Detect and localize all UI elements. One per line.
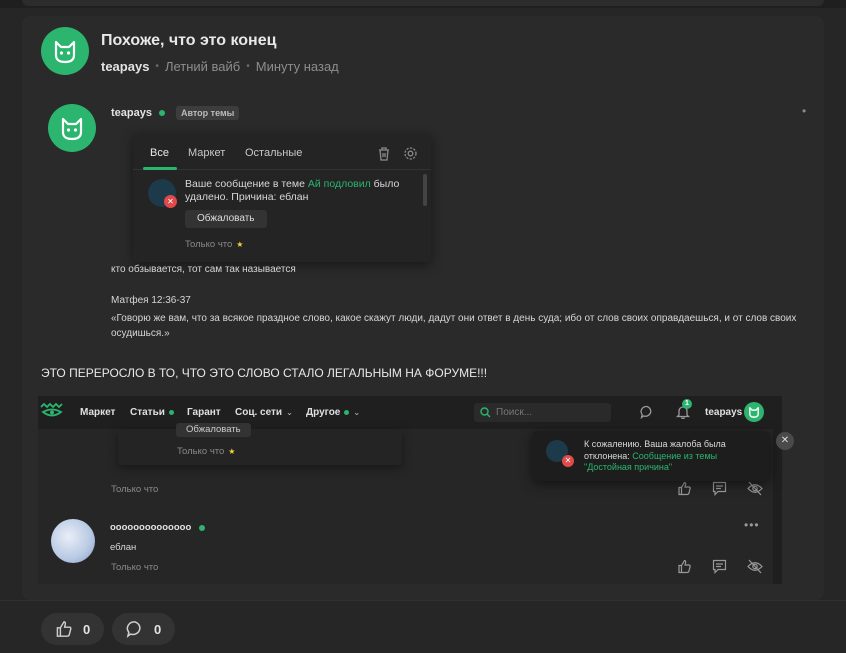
reply-time: Только что — [111, 562, 159, 573]
notif-tabs: Все Маркет Остальные — [133, 134, 431, 170]
notification-count-badge: 1 — [682, 399, 692, 409]
notif-message-text: Ваше сообщение в теме — [185, 178, 308, 190]
notif-time-text: Только что — [185, 239, 233, 250]
like-icon[interactable] — [677, 559, 692, 574]
more-options-icon[interactable]: ••• — [744, 518, 760, 532]
new-dot — [344, 410, 350, 415]
notif-time: Только что ★ — [177, 446, 235, 457]
thread-time: Минуту назад — [255, 59, 339, 74]
site-logo-icon — [40, 403, 63, 417]
nav-other[interactable]: Другое ⌄ — [306, 407, 360, 418]
notif-scrollbar[interactable] — [423, 174, 427, 206]
reply-user-avatar[interactable] — [51, 519, 95, 563]
thread-title: Похоже, что это конец — [101, 32, 277, 49]
like-button[interactable]: 0 — [41, 613, 105, 645]
like-icon — [56, 621, 72, 637]
chevron-down-icon: ⌄ — [353, 408, 361, 417]
post-actions — [677, 481, 763, 496]
nav-social[interactable]: Соц. сети ⌄ — [235, 407, 293, 418]
notif-message: Ваше сообщение в теме Ай подловил было у… — [185, 178, 415, 204]
search-placeholder: Поиск... — [496, 407, 533, 418]
star-icon: ★ — [228, 447, 236, 456]
hide-icon[interactable] — [747, 559, 763, 574]
thread-forum-link[interactable]: Летний вайб — [165, 59, 240, 74]
notif-thread-link[interactable]: Ай подловил — [308, 178, 371, 190]
tab-other[interactable]: Остальные — [245, 147, 302, 159]
reply-username[interactable]: оооооооооооооо — [110, 522, 191, 533]
top-strip — [0, 0, 846, 8]
error-icon: ✕ — [164, 195, 177, 208]
search-input[interactable]: Поиск... — [474, 403, 611, 422]
cat-icon — [749, 407, 759, 418]
thread-author-link[interactable]: teapays — [101, 59, 149, 74]
post-text-line: кто обзывается, тот сам так называется — [111, 264, 296, 275]
thread-author-avatar[interactable] — [41, 27, 89, 75]
comment-icon — [126, 621, 141, 638]
trash-icon[interactable] — [377, 146, 391, 161]
navbar: Маркет Статьи Гарант Соц. сети ⌄ Другое ⌄ … — [38, 396, 782, 429]
nav-user-avatar[interactable] — [744, 402, 764, 422]
quote-icon[interactable] — [712, 481, 727, 496]
appeal-button[interactable]: Обжаловать — [185, 210, 267, 228]
quote-icon[interactable] — [712, 559, 727, 574]
post-menu-icon[interactable]: • — [802, 104, 806, 118]
reply-actions — [677, 559, 763, 574]
meta-separator: • — [246, 61, 250, 72]
nav-articles-label: Статьи — [130, 407, 165, 418]
gear-icon[interactable] — [403, 146, 418, 161]
hide-icon[interactable] — [747, 481, 763, 496]
reply-user-row: оооооооооооооо — [110, 522, 206, 533]
nav-other-label: Другое — [306, 407, 341, 418]
comment-button[interactable]: 0 — [112, 613, 176, 645]
nav-social-label: Соц. сети — [235, 407, 283, 418]
thread-meta: teapays • Летний вайб • Минуту назад — [101, 59, 339, 74]
screenshot-scrollbar — [773, 429, 782, 584]
cat-icon — [54, 40, 76, 64]
author-badge: Автор темы — [175, 106, 240, 120]
notif-time-text: Только что — [177, 446, 225, 457]
reply-message: еблан — [110, 542, 137, 553]
active-tab-underline — [143, 167, 177, 170]
tab-all[interactable]: Все — [150, 147, 169, 159]
toast-text: К сожалению. Ваша жалоба была отклонена:… — [584, 439, 764, 474]
comment-count: 0 — [154, 621, 162, 637]
error-icon: ✕ — [562, 455, 574, 467]
post-caption: ЭТО ПЕРЕРОСЛО В ТО, ЧТО ЭТО СЛОВО СТАЛО … — [41, 366, 488, 380]
nav-articles[interactable]: Статьи — [130, 407, 174, 418]
chat-icon[interactable] — [640, 405, 654, 419]
notif-panel-fragment: Обжаловать Только что ★ — [118, 423, 402, 465]
online-indicator — [158, 110, 165, 116]
notif-time: Только что ★ — [185, 239, 243, 250]
post-author-avatar[interactable] — [48, 104, 96, 152]
nav-market[interactable]: Маркет — [80, 407, 115, 418]
like-icon[interactable] — [677, 481, 692, 496]
cat-icon — [61, 117, 83, 141]
notification-popup-screenshot: Все Маркет Остальные ✕ Ваше сообщение в … — [133, 134, 431, 262]
online-indicator — [199, 524, 206, 531]
appeal-button[interactable]: Обжаловать — [176, 423, 251, 437]
meta-separator: • — [155, 61, 159, 72]
toast-notification: ✕ К сожалению. Ваша жалоба была отклонен… — [532, 431, 770, 481]
post-author-name[interactable]: teapays — [111, 107, 152, 119]
chevron-down-icon: ⌄ — [286, 408, 293, 417]
nav-guarantor-label: Гарант — [187, 407, 221, 418]
nav-username[interactable]: teapays — [705, 407, 742, 418]
post-author-row: teapays Автор темы — [111, 106, 240, 120]
nav-guarantor[interactable]: Гарант — [187, 407, 221, 418]
close-icon[interactable]: ✕ — [776, 432, 794, 450]
search-icon — [480, 407, 491, 418]
star-icon: ★ — [236, 240, 244, 249]
like-count: 0 — [83, 621, 91, 637]
tab-market[interactable]: Маркет — [188, 147, 225, 159]
new-dot — [168, 410, 174, 415]
nav-market-label: Маркет — [80, 407, 116, 418]
post-time: Только что — [111, 484, 159, 495]
forum-screenshot: Маркет Статьи Гарант Соц. сети ⌄ Другое ⌄ … — [38, 396, 794, 584]
post-text-line: Матфея 12:36-37 — [111, 295, 191, 306]
post-text-quote: «Говорю же вам, что за всякое праздное с… — [111, 313, 797, 339]
